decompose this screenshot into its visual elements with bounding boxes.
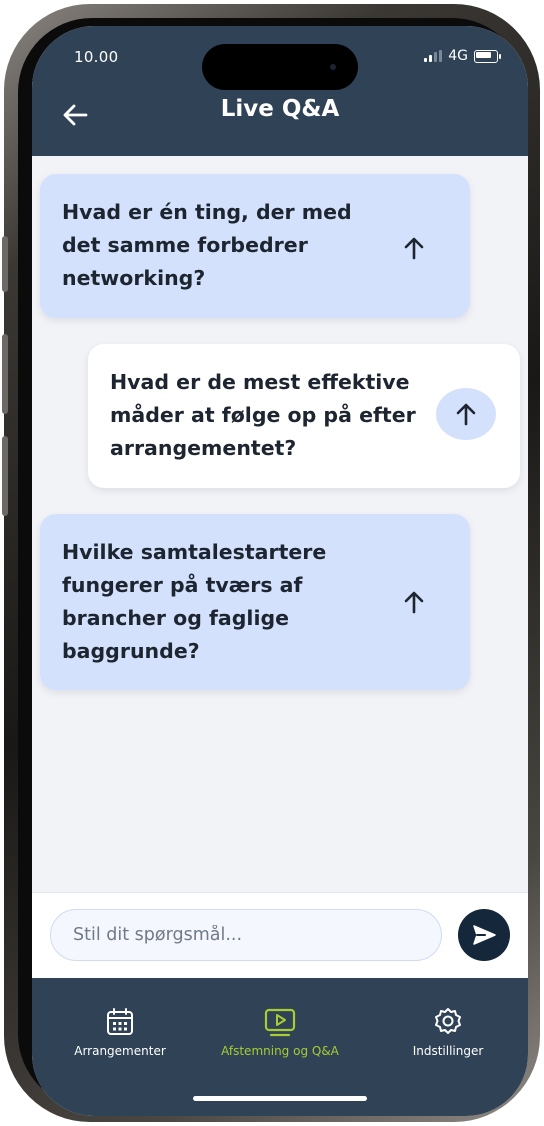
play-screen-icon: [264, 1008, 296, 1037]
bottom-nav: Arrangementer Afstemning og Q&A Indstill…: [32, 978, 528, 1116]
battery-icon: [474, 49, 501, 63]
upvote-button[interactable]: [436, 388, 496, 440]
nav-label: Indstillinger: [412, 1044, 484, 1058]
question-card: Hvad er én ting, der med det samme forbe…: [40, 174, 470, 318]
action-button: [2, 236, 8, 292]
nav-label: Arrangementer: [74, 1044, 166, 1058]
arrow-up-icon: [404, 237, 424, 260]
question-text: Hvilke samtalestartere fungerer på tværs…: [62, 540, 327, 663]
page-title: Live Q&A: [220, 96, 340, 122]
volume-up-button: [2, 334, 8, 414]
upvote-button[interactable]: [392, 580, 436, 624]
status-time: 10.00: [74, 48, 119, 66]
nav-item-arrangementer[interactable]: Arrangementer: [70, 1006, 170, 1058]
question-card: Hvad er de mest effektive måder at følge…: [88, 344, 520, 488]
status-indicators: 4G: [424, 48, 501, 64]
question-composer: [32, 892, 528, 979]
send-icon: [473, 925, 496, 945]
app-header: 10.00 4G Live Q&A: [32, 26, 528, 156]
upvote-button[interactable]: [392, 226, 436, 270]
arrow-up-icon: [404, 591, 424, 614]
question-list: Hvad er én ting, der med det samme forbe…: [32, 156, 528, 892]
nav-item-indstillinger[interactable]: Indstillinger: [398, 1006, 498, 1058]
network-type: 4G: [448, 48, 468, 64]
dynamic-island: [202, 44, 358, 90]
arrow-up-icon: [456, 403, 476, 426]
nav-item-afstemning[interactable]: Afstemning og Q&A: [206, 1006, 354, 1058]
question-card: Hvilke samtalestartere fungerer på tværs…: [40, 514, 470, 690]
question-text: Hvad er én ting, der med det samme forbe…: [62, 200, 352, 290]
calendar-icon: [107, 1008, 133, 1035]
send-button[interactable]: [458, 909, 510, 961]
volume-down-button: [2, 436, 8, 516]
question-input[interactable]: [50, 909, 442, 961]
app-screen: 10.00 4G Live Q&A Hvad er én ting, der m…: [32, 26, 528, 1116]
home-indicator: [193, 1096, 367, 1101]
nav-label: Afstemning og Q&A: [221, 1044, 339, 1058]
gear-icon: [435, 1008, 461, 1034]
question-text: Hvad er de mest effektive måder at følge…: [110, 370, 416, 460]
signal-icon: [424, 50, 443, 62]
